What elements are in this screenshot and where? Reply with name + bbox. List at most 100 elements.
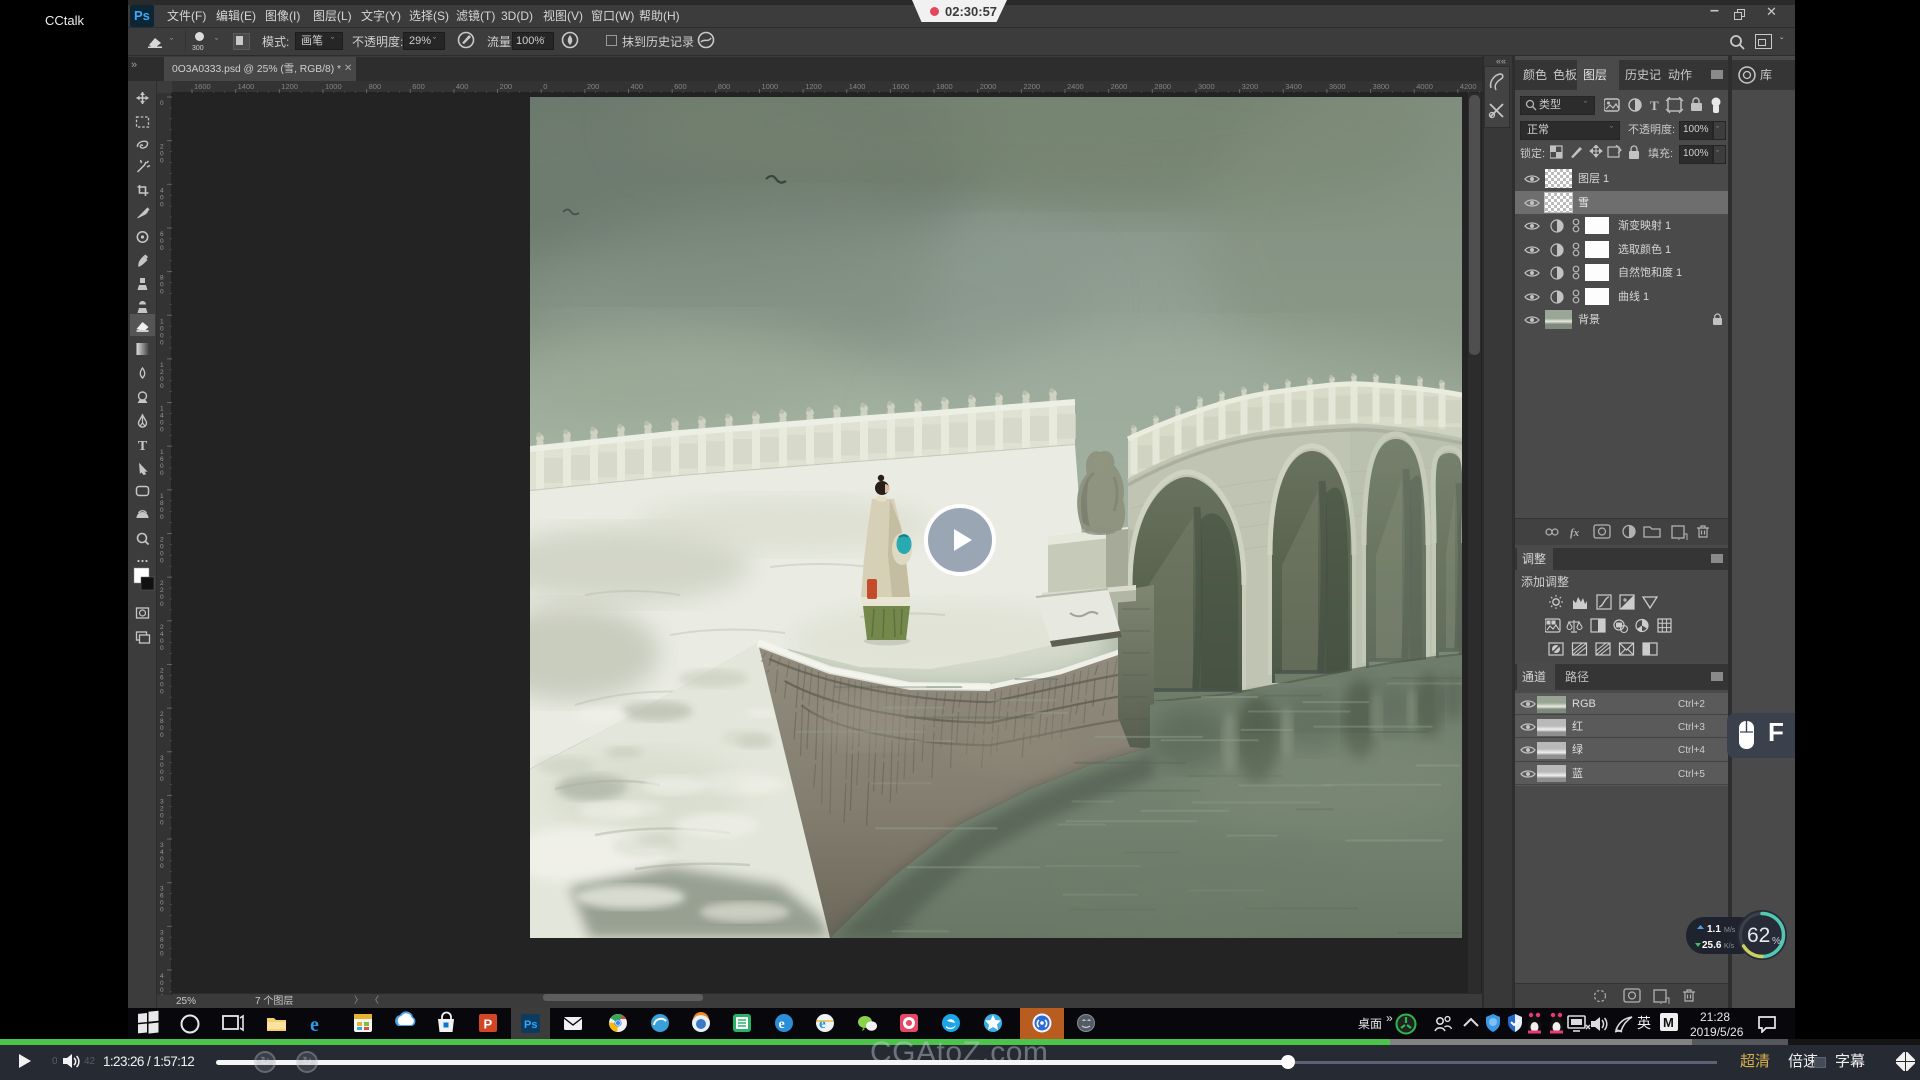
svg-text:1000: 1000	[325, 82, 342, 91]
svg-text:0: 0	[160, 245, 164, 252]
svg-text:0: 0	[160, 856, 164, 863]
svg-text:0: 0	[160, 100, 164, 107]
svg-text:0: 0	[160, 551, 164, 558]
svg-text:0: 0	[543, 82, 547, 91]
svg-text:800: 800	[369, 82, 382, 91]
svg-text:0: 0	[160, 558, 164, 565]
svg-text:3800: 3800	[1373, 82, 1390, 91]
svg-text:T: T	[1650, 98, 1659, 113]
svg-text:4: 4	[160, 973, 164, 980]
svg-text:T: T	[138, 439, 148, 454]
svg-text:0: 0	[160, 769, 164, 776]
svg-text:P: P	[484, 1017, 493, 1032]
svg-text:2: 2	[160, 624, 164, 631]
svg-text:4200: 4200	[1460, 82, 1477, 91]
svg-text:0: 0	[160, 987, 164, 994]
svg-text:0: 0	[160, 238, 164, 245]
svg-text:3000: 3000	[1198, 82, 1215, 91]
svg-text:0: 0	[160, 420, 164, 427]
svg-text:0: 0	[160, 638, 164, 645]
svg-text:0: 0	[160, 681, 164, 688]
svg-text:4: 4	[160, 187, 164, 194]
svg-text:4000: 4000	[1416, 82, 1433, 91]
svg-text:0: 0	[160, 601, 164, 608]
svg-text:2600: 2600	[1111, 82, 1128, 91]
svg-text:e: e	[310, 1014, 319, 1036]
svg-text:25.6: 25.6	[1702, 940, 1722, 951]
svg-text:0: 0	[160, 470, 164, 477]
svg-text:0: 0	[160, 732, 164, 739]
svg-text:3: 3	[160, 755, 164, 762]
svg-text:0: 0	[160, 863, 164, 870]
svg-text:0: 0	[160, 594, 164, 601]
svg-text:2: 2	[160, 805, 164, 812]
svg-text:0: 0	[160, 688, 164, 695]
svg-text:1: 1	[160, 493, 164, 500]
svg-text:0: 0	[160, 201, 164, 208]
svg-text:1: 1	[160, 318, 164, 325]
svg-text:e: e	[819, 1016, 826, 1032]
svg-text:1600: 1600	[892, 82, 909, 91]
svg-text:1200: 1200	[805, 82, 822, 91]
svg-text:0: 0	[160, 725, 164, 732]
svg-text:3: 3	[160, 929, 164, 936]
svg-text:2: 2	[160, 667, 164, 674]
svg-text:0: 0	[160, 427, 164, 434]
svg-text:3: 3	[160, 886, 164, 893]
svg-text:6: 6	[160, 231, 164, 238]
svg-text:3: 3	[160, 842, 164, 849]
svg-text:0: 0	[160, 463, 164, 470]
svg-text:0: 0	[160, 812, 164, 819]
svg-text:0: 0	[160, 950, 164, 957]
svg-text:0: 0	[160, 194, 164, 201]
svg-text:0: 0	[160, 514, 164, 521]
svg-text:0: 0	[160, 980, 164, 987]
svg-text:0: 0	[160, 339, 164, 346]
svg-text:K/s: K/s	[1724, 943, 1735, 950]
svg-text:2000: 2000	[980, 82, 997, 91]
svg-text:0: 0	[160, 383, 164, 390]
svg-text:400: 400	[456, 82, 469, 91]
svg-text:3400: 3400	[1285, 82, 1302, 91]
svg-text:800: 800	[718, 82, 731, 91]
svg-text:0: 0	[160, 282, 164, 289]
svg-text:0: 0	[160, 819, 164, 826]
svg-text:1000: 1000	[761, 82, 778, 91]
svg-text:%: %	[1772, 936, 1781, 947]
svg-text:Ps: Ps	[524, 1019, 537, 1031]
svg-text:0: 0	[160, 376, 164, 383]
svg-text:0: 0	[160, 544, 164, 551]
svg-text:2: 2	[160, 144, 164, 151]
svg-text:1.1: 1.1	[1707, 924, 1721, 935]
svg-text:0: 0	[160, 325, 164, 332]
svg-text:8: 8	[160, 275, 164, 282]
svg-text:62: 62	[1747, 924, 1770, 947]
svg-text:M/s: M/s	[1724, 927, 1736, 934]
svg-text:1400: 1400	[849, 82, 866, 91]
svg-text:4: 4	[160, 849, 164, 856]
svg-text:200: 200	[587, 82, 600, 91]
svg-text:600: 600	[412, 82, 425, 91]
svg-text:0: 0	[160, 994, 164, 995]
svg-text:6: 6	[160, 893, 164, 900]
svg-text:1400: 1400	[238, 82, 255, 91]
svg-text:600: 600	[674, 82, 687, 91]
svg-text:2: 2	[160, 537, 164, 544]
svg-text:2: 2	[160, 369, 164, 376]
svg-text:3200: 3200	[1242, 82, 1259, 91]
svg-text:3600: 3600	[1329, 82, 1346, 91]
svg-text:1: 1	[160, 406, 164, 413]
svg-text:0: 0	[160, 507, 164, 514]
svg-text:400: 400	[631, 82, 644, 91]
svg-text:2: 2	[160, 587, 164, 594]
svg-text:0: 0	[160, 645, 164, 652]
svg-text:0: 0	[160, 158, 164, 165]
svg-text:2: 2	[160, 711, 164, 718]
svg-text:8: 8	[160, 500, 164, 507]
svg-text:4: 4	[160, 631, 164, 638]
svg-text:1: 1	[160, 362, 164, 369]
svg-text:1: 1	[160, 449, 164, 456]
svg-text:2: 2	[160, 580, 164, 587]
svg-text:8: 8	[160, 718, 164, 725]
svg-text:fx: fx	[1570, 527, 1580, 539]
